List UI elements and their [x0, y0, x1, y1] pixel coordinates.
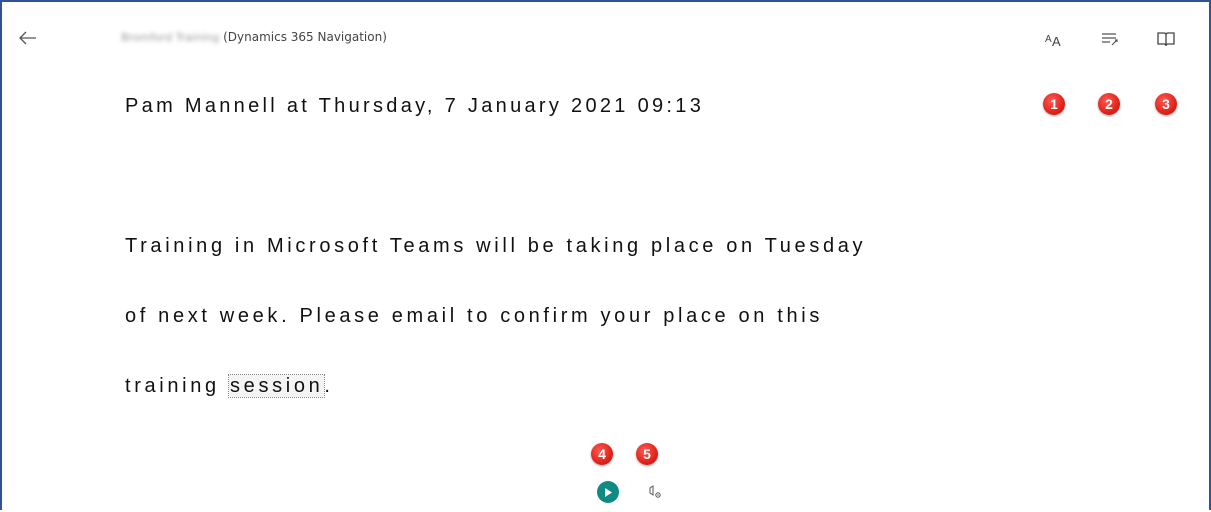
- play-button[interactable]: [597, 481, 619, 503]
- document-title: Bromford Training (Dynamics 365 Navigati…: [121, 30, 387, 44]
- selected-word[interactable]: session: [228, 374, 326, 398]
- callout-badge-1: 1: [1043, 93, 1065, 115]
- body-line-1: Training in Microsoft Teams will be taki…: [125, 235, 867, 257]
- callout-badge-5: 5: [636, 443, 658, 465]
- message-heading: Pam Mannell at Thursday, 7 January 2021 …: [125, 95, 705, 117]
- grammar-options-button[interactable]: [1097, 26, 1123, 52]
- svg-text:A: A: [1052, 34, 1061, 47]
- svg-text:A: A: [1045, 34, 1052, 45]
- redacted-title-text: Bromford Training: [121, 30, 220, 44]
- play-icon: [605, 487, 612, 497]
- callout-badge-4: 4: [591, 443, 613, 465]
- back-arrow-icon: [19, 31, 36, 45]
- body-line-3: training session.: [125, 374, 334, 398]
- reading-preferences-button[interactable]: [1153, 26, 1179, 52]
- callout-badge-2: 2: [1098, 93, 1120, 115]
- book-icon: [1157, 32, 1175, 47]
- body-line-2: of next week. Please email to confirm yo…: [125, 305, 823, 327]
- title-suffix: (Dynamics 365 Navigation): [223, 30, 387, 44]
- line3-prefix: training: [125, 375, 230, 397]
- text-size-icon: A A: [1045, 34, 1061, 47]
- voice-settings-icon: [649, 485, 661, 498]
- callout-badge-3: 3: [1155, 93, 1177, 115]
- line3-suffix: .: [324, 375, 334, 397]
- back-button[interactable]: [14, 24, 42, 52]
- voice-settings-button[interactable]: [644, 481, 666, 503]
- grammar-options-icon: [1102, 33, 1118, 46]
- text-preferences-button[interactable]: A A: [1041, 26, 1067, 52]
